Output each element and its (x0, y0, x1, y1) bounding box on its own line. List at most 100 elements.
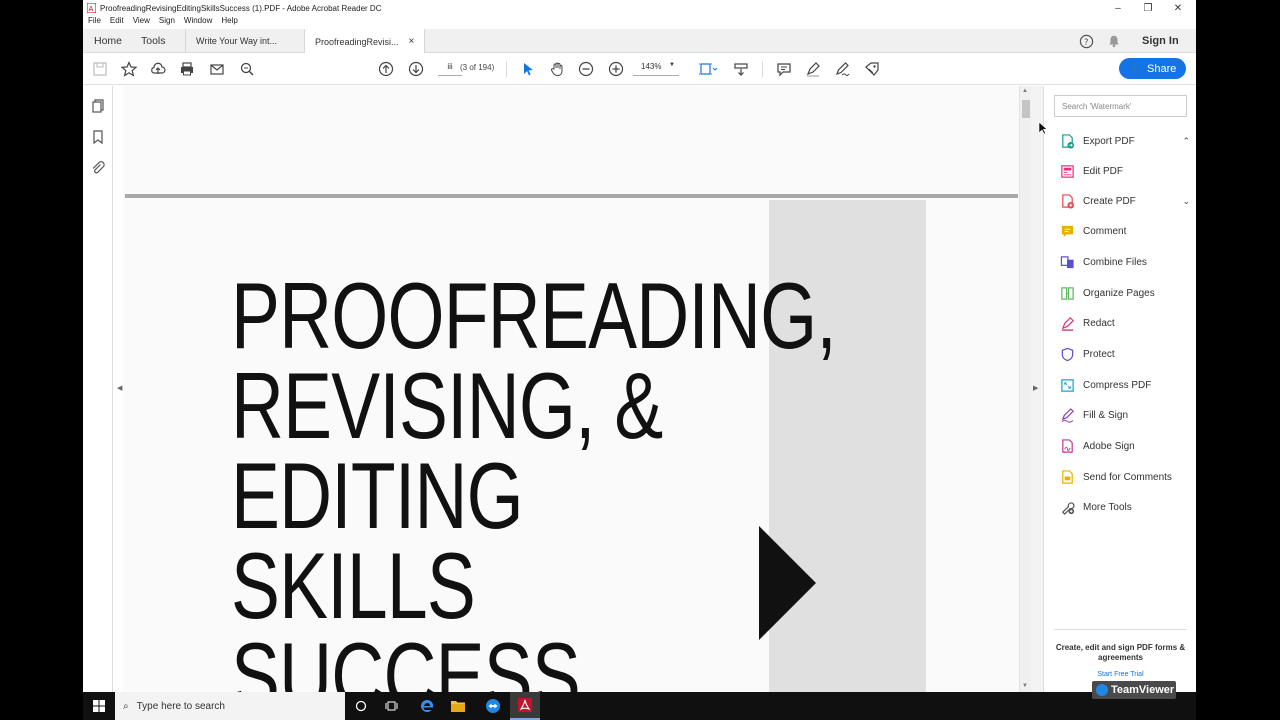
find-search-icon[interactable] (237, 59, 257, 79)
tool-export-pdf[interactable]: Export PDF ⌃ (1060, 131, 1190, 151)
print-icon[interactable] (177, 59, 197, 79)
tab-tools[interactable]: Tools (141, 29, 166, 53)
teamviewer-label: TeamViewer (1111, 684, 1175, 696)
tool-send-for-comments[interactable]: Send for Comments (1060, 467, 1190, 487)
zoom-out-icon[interactable] (576, 59, 596, 79)
menu-sign[interactable]: Sign (159, 16, 175, 28)
comment-icon[interactable] (774, 59, 794, 79)
hand-tool-icon[interactable] (547, 59, 567, 79)
page-number-input[interactable]: iii (438, 62, 462, 76)
acrobat-reader-taskbar-icon[interactable] (510, 692, 540, 720)
tab-document-proofreading[interactable]: ProofreadingRevisi... × (304, 29, 425, 54)
teamviewer-badge[interactable]: TeamViewer (1092, 681, 1176, 699)
teamviewer-taskbar-icon[interactable] (478, 692, 508, 720)
share-button[interactable]: 👤 Share (1119, 58, 1186, 79)
scroll-mode-icon[interactable] (731, 59, 751, 79)
chevron-down-icon[interactable]: ⌄ (1182, 196, 1190, 207)
collapse-left-pane-icon[interactable]: ◀ (117, 384, 122, 392)
compress-pdf-icon (1061, 378, 1074, 392)
left-navigation-pane (83, 86, 113, 692)
tab-home[interactable]: Home (94, 29, 122, 53)
task-view-icon[interactable] (376, 692, 406, 720)
page-count: (3 of 194) (460, 63, 495, 72)
cover-title-line: PROOFREADING, (231, 263, 837, 368)
maximize-button[interactable]: ❐ (1133, 0, 1163, 16)
windows-logo-icon (93, 700, 105, 712)
fit-page-icon[interactable] (695, 59, 721, 79)
promo-text: Create, edit and sign PDF forms & agreem… (1055, 643, 1186, 662)
tools-pane: Search 'Watermark' Export PDF ⌃ Edit PDF… (1043, 86, 1196, 692)
menu-file[interactable]: File (88, 16, 101, 28)
highlight-pen-icon[interactable] (803, 59, 823, 79)
tool-comment[interactable]: Comment (1060, 221, 1190, 241)
stamp-tag-icon[interactable] (862, 59, 882, 79)
save-icon[interactable] (90, 59, 110, 79)
menu-view[interactable]: View (133, 16, 150, 28)
protect-icon (1061, 347, 1074, 361)
tool-create-pdf[interactable]: Create PDF ⌄ (1060, 191, 1190, 211)
tool-more-tools[interactable]: More Tools (1060, 497, 1190, 517)
previous-page-icon[interactable] (376, 59, 396, 79)
fill-sign-icon (1061, 407, 1074, 423)
document-vertical-scrollbar[interactable]: ▲ ▼ (1019, 86, 1031, 692)
tool-label: Create PDF (1083, 195, 1136, 207)
windows-start-button[interactable] (83, 692, 115, 720)
bookmark-star-icon[interactable] (119, 59, 139, 79)
tools-search-input[interactable]: Search 'Watermark' (1054, 95, 1187, 117)
tool-label: Protect (1083, 348, 1115, 360)
more-tools-icon (1061, 501, 1075, 515)
scroll-down-icon[interactable]: ▼ (1022, 683, 1028, 689)
draw-sign-icon[interactable] (832, 59, 852, 79)
menu-window[interactable]: Window (184, 16, 212, 28)
tool-combine-files[interactable]: Combine Files (1060, 252, 1190, 272)
redact-icon (1061, 316, 1074, 331)
cover-title-line: EDITING (231, 443, 524, 548)
menu-help[interactable]: Help (221, 16, 237, 28)
bookmarks-icon[interactable] (90, 129, 106, 145)
tool-redact[interactable]: Redact (1060, 313, 1190, 333)
attachments-paperclip-icon[interactable] (90, 160, 106, 176)
send-for-comments-icon (1062, 469, 1073, 484)
cortana-icon[interactable] (346, 692, 376, 720)
tab-document-write-your-way[interactable]: Write Your Way int... (185, 29, 305, 53)
mouse-cursor (1038, 121, 1048, 135)
help-icon[interactable]: ? (1079, 29, 1094, 53)
scroll-up-icon[interactable]: ▲ (1022, 88, 1028, 94)
sign-in-button[interactable]: Sign In (1142, 29, 1179, 53)
edge-browser-icon[interactable] (412, 692, 442, 720)
document-view[interactable]: PROOFREADING, REVISING, & EDITING SKILLS… (123, 86, 1019, 692)
tool-protect[interactable]: Protect (1060, 344, 1190, 364)
minimize-button[interactable]: – (1103, 0, 1133, 16)
tool-organize-pages[interactable]: Organize Pages (1060, 283, 1190, 303)
notification-bell-icon[interactable] (1107, 29, 1121, 53)
taskbar-search-input[interactable]: ⌕ Type here to search (115, 692, 345, 720)
tool-adobe-sign[interactable]: Adobe Sign (1060, 436, 1190, 456)
tool-fill-sign[interactable]: Fill & Sign (1060, 405, 1190, 425)
zoom-in-icon[interactable] (606, 59, 626, 79)
tool-edit-pdf[interactable]: Edit PDF (1060, 161, 1190, 181)
file-explorer-icon[interactable] (443, 692, 473, 720)
page-thumbnails-icon[interactable] (90, 98, 106, 114)
next-page-icon[interactable] (406, 59, 426, 79)
select-cursor-icon[interactable] (518, 59, 538, 79)
close-tab-icon[interactable]: × (409, 36, 415, 47)
upload-cloud-icon[interactable] (148, 59, 168, 79)
close-window-button[interactable]: ✕ (1163, 0, 1193, 16)
email-icon[interactable] (207, 59, 227, 79)
start-free-trial-link[interactable]: Start Free Trial (1054, 671, 1187, 678)
chevron-up-icon[interactable]: ⌃ (1182, 136, 1190, 147)
collapse-right-pane-icon[interactable]: ▶ (1033, 384, 1038, 392)
menu-edit[interactable]: Edit (110, 16, 124, 28)
tool-label: More Tools (1083, 501, 1132, 513)
tool-label: Combine Files (1083, 256, 1147, 268)
teamviewer-icon (1096, 684, 1108, 696)
tools-pane-divider (1054, 629, 1187, 630)
tab-label: ProofreadingRevisi... (315, 36, 399, 47)
tool-label: Comment (1083, 225, 1127, 237)
tool-compress-pdf[interactable]: Compress PDF (1060, 375, 1190, 395)
export-pdf-icon (1062, 133, 1075, 149)
zoom-level-select[interactable]: 143% ▼ (633, 62, 679, 76)
cover-title-line: SUCCESS (231, 623, 581, 693)
scrollbar-thumb[interactable] (1022, 100, 1030, 118)
combine-files-icon (1060, 255, 1074, 268)
